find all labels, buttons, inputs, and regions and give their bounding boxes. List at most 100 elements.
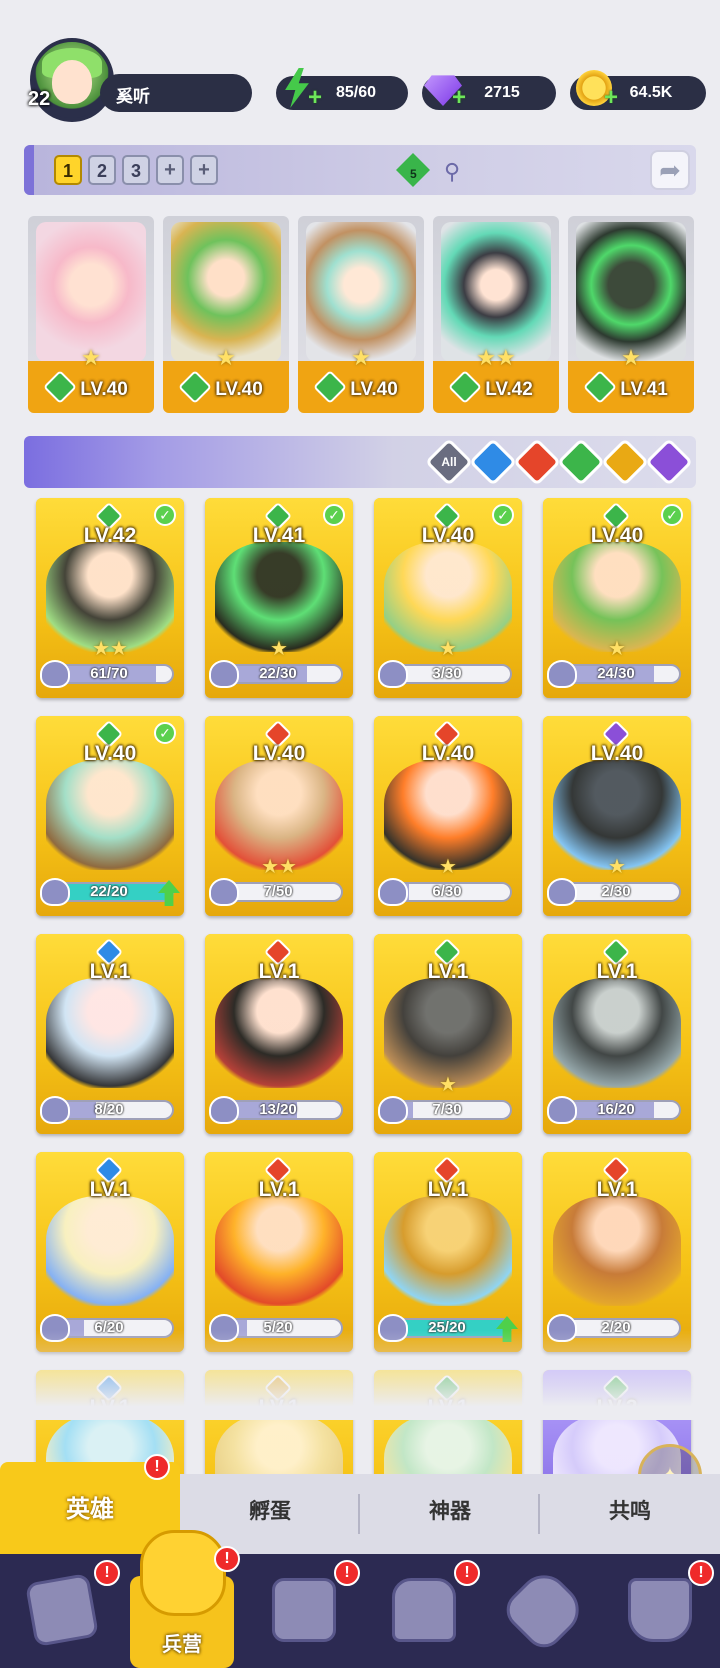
team-hero-card[interactable]: ★ LV.41 xyxy=(568,216,694,413)
share-icon[interactable]: ➦ xyxy=(650,150,690,190)
nav-alert-badge: ! xyxy=(214,1546,240,1572)
hero-shard-icon xyxy=(40,660,70,688)
guild-shield-icon xyxy=(628,1578,692,1642)
hero-stars: ★ xyxy=(351,345,371,370)
player-name[interactable]: 奚听 xyxy=(100,74,252,112)
hero-stars: ★ xyxy=(608,638,626,660)
hero-figure xyxy=(553,978,681,1088)
light-filter-icon[interactable] xyxy=(600,437,650,487)
hero-roster-card[interactable]: LV.1 25/20 xyxy=(374,1152,522,1352)
team-hero-card[interactable]: ★ LV.40 xyxy=(163,216,289,413)
hero-shard-icon xyxy=(378,878,408,906)
hero-portrait xyxy=(171,222,281,362)
hero-stars: ★★ xyxy=(261,856,297,878)
hero-figure xyxy=(46,978,174,1088)
nav-alert-badge: ! xyxy=(334,1560,360,1586)
filter-all-label: All xyxy=(441,455,457,469)
hero-roster-card[interactable]: ✓ LV.42 ★★ 61/70 xyxy=(36,498,184,698)
sub-tab-bar: 英雄 ! 孵蛋 神器 共鸣 xyxy=(0,1454,720,1554)
team-slot-2[interactable]: 2 xyxy=(88,155,116,185)
add-gem-icon[interactable]: + xyxy=(452,84,466,112)
hero-shard-icon xyxy=(209,878,239,906)
hero-roster-card[interactable]: LV.40 ★★ 7/50 xyxy=(205,716,353,916)
hero-level: LV.1 xyxy=(258,960,300,983)
add-energy-icon[interactable]: + xyxy=(308,84,322,112)
mushroom-pet-icon xyxy=(498,1564,590,1656)
hero-level: LV.41 xyxy=(620,379,668,400)
team-slot-3[interactable]: 3 xyxy=(122,155,150,185)
hero-roster-card[interactable]: LV.1 5/20 xyxy=(205,1152,353,1352)
nav-map-button[interactable]: ! xyxy=(252,1560,360,1658)
hero-roster-card[interactable]: LV.1 2/20 xyxy=(543,1152,691,1352)
hero-level: LV.1 xyxy=(89,1178,131,1201)
hero-shard-icon xyxy=(378,1096,408,1124)
nav-barracks-button[interactable]: ! 兵营 xyxy=(122,1530,242,1668)
in-team-check-icon: ✓ xyxy=(154,722,176,744)
hero-level: LV.1 xyxy=(596,960,638,983)
hero-shard-icon xyxy=(547,878,577,906)
tab-artifacts[interactable]: 神器 xyxy=(360,1474,540,1554)
bottom-nav: ! ! 兵营 ! ! ! xyxy=(0,1530,720,1668)
hero-level: LV.41 xyxy=(252,524,306,547)
add-team-slot-button[interactable]: + xyxy=(156,155,184,185)
nav-guild-button[interactable]: ! xyxy=(608,1560,714,1658)
in-team-check-icon: ✓ xyxy=(492,504,514,526)
hero-figure xyxy=(384,1196,512,1306)
add-coin-icon[interactable]: + xyxy=(604,84,618,112)
hero-shard-icon xyxy=(209,1096,239,1124)
hero-roster-card[interactable]: LV.1 16/20 xyxy=(543,934,691,1134)
nav-barracks-label: 兵营 xyxy=(162,1634,202,1656)
hero-roster-card[interactable]: LV.1 8/20 xyxy=(36,934,184,1134)
hero-stars: ★ xyxy=(439,1074,457,1096)
castle-icon xyxy=(392,1578,456,1642)
hero-roster-card[interactable]: ✓ LV.41 ★ 22/30 xyxy=(205,498,353,698)
gem-icon: + xyxy=(424,68,466,111)
in-team-check-icon: ✓ xyxy=(154,504,176,526)
add-team-slot-button[interactable]: + xyxy=(190,155,218,185)
hero-level: LV.40 xyxy=(590,524,644,547)
hero-shard-icon xyxy=(378,660,408,688)
hero-level: LV.1 xyxy=(258,1178,300,1201)
hero-roster-card[interactable]: LV.1 6/20 xyxy=(36,1152,184,1352)
nature-filter-icon[interactable] xyxy=(556,437,606,487)
nav-castle-button[interactable]: ! xyxy=(372,1560,480,1658)
water-filter-icon[interactable] xyxy=(468,437,518,487)
team-hero-card[interactable]: ★ LV.40 xyxy=(298,216,424,413)
hero-level: LV.40 xyxy=(590,742,644,765)
hero-roster-card[interactable]: LV.1 13/20 xyxy=(205,934,353,1134)
tab-resonance[interactable]: 共鸣 xyxy=(540,1474,720,1554)
dark-filter-icon[interactable] xyxy=(644,437,694,487)
hero-portrait xyxy=(36,222,146,362)
hero-stars: ★ xyxy=(439,638,457,660)
filter-all-button[interactable]: All xyxy=(424,437,474,487)
nav-pet-button[interactable] xyxy=(492,1564,592,1658)
player-level: 22 xyxy=(28,88,51,110)
hero-roster-card[interactable]: LV.1 ★ 7/30 xyxy=(374,934,522,1134)
team-slot-1[interactable]: 1 xyxy=(54,155,82,185)
hero-roster-card[interactable]: LV.40 ★ 6/30 xyxy=(374,716,522,916)
hero-stars: ★ xyxy=(216,345,236,370)
hero-level: LV.1 xyxy=(427,1178,469,1201)
fire-filter-icon[interactable] xyxy=(512,437,562,487)
hero-figure xyxy=(553,1196,681,1306)
hero-stars: ★ xyxy=(270,638,288,660)
magnifier-icon[interactable]: ⚲ xyxy=(444,159,460,185)
hero-figure xyxy=(46,760,174,870)
leaf-count: 5 xyxy=(410,167,417,181)
hero-roster-card[interactable]: LV.40 ★ 2/30 xyxy=(543,716,691,916)
barracks-fist-icon xyxy=(140,1530,226,1616)
hero-roster-card[interactable]: ✓ LV.40 22/20 xyxy=(36,716,184,916)
hero-roster-card[interactable]: ✓ LV.40 ★ 3/30 xyxy=(374,498,522,698)
hero-level: LV.40 xyxy=(350,379,398,400)
team-hero-card[interactable]: ★ LV.40 xyxy=(28,216,154,413)
hero-level: LV.40 xyxy=(252,742,306,765)
hero-portrait xyxy=(576,222,686,362)
nav-cards-button[interactable]: ! xyxy=(10,1560,120,1658)
hero-level: LV.40 xyxy=(421,742,475,765)
coin-icon: + xyxy=(576,68,618,111)
team-hero-card[interactable]: ★★ LV.42 xyxy=(433,216,559,413)
hero-roster-card[interactable]: ✓ LV.40 ★ 24/30 xyxy=(543,498,691,698)
team-selector-bar: 1 2 3 + + 5 ⚲ ➦ xyxy=(24,145,696,195)
leaf-element-icon[interactable]: 5 xyxy=(396,153,430,187)
coin-value: 64.5K xyxy=(629,84,673,101)
